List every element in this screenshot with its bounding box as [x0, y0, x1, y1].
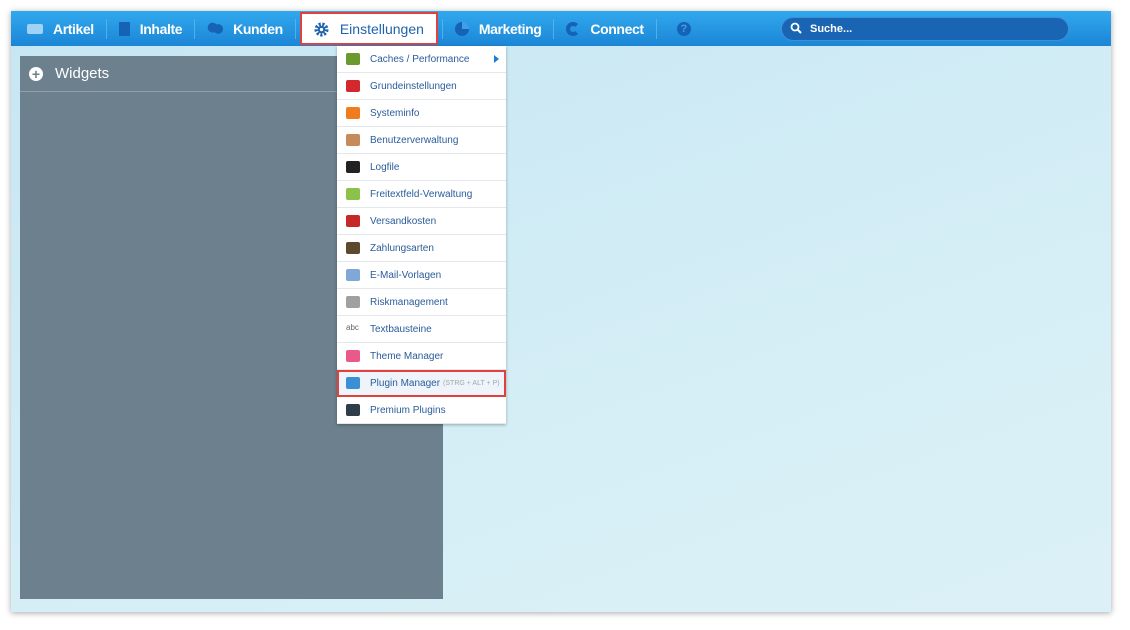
menu-item-label: Caches / Performance — [370, 53, 470, 65]
menu-item-label: Systeminfo — [370, 107, 420, 119]
nav-kunden[interactable]: Kunden — [195, 11, 295, 46]
menu-item-zahlungsarten[interactable]: Zahlungsarten — [337, 235, 506, 262]
plus-icon[interactable]: + — [29, 66, 43, 81]
menu-item-plugin-manager[interactable]: Plugin Manager (STRG + ALT + P) — [337, 370, 506, 397]
menu-item-freitextfeld-verwaltung[interactable]: Freitextfeld-Verwaltung — [337, 181, 506, 208]
menu-item-icon — [346, 404, 360, 416]
menu-item-label: Zahlungsarten — [370, 242, 434, 254]
menu-item-benutzerverwaltung[interactable]: Benutzerverwaltung — [337, 127, 506, 154]
menu-item-icon — [346, 296, 360, 308]
menu-item-theme-manager[interactable]: Theme Manager — [337, 343, 506, 370]
main-navbar: Artikel Inhalte Kunden Einstellungen Mar… — [11, 11, 1111, 46]
menu-item-icon: abc — [346, 323, 360, 335]
menu-item-label: Plugin Manager — [370, 377, 441, 389]
search-placeholder: Suche... — [810, 23, 853, 35]
menu-item-label: Grundeinstellungen — [370, 80, 457, 92]
divider — [655, 18, 657, 39]
pie-chart-icon — [454, 21, 469, 36]
backend-window: Artikel Inhalte Kunden Einstellungen Mar… — [11, 11, 1111, 612]
document-icon — [118, 21, 130, 36]
menu-item-icon — [346, 377, 360, 389]
menu-item-grundeinstellungen[interactable]: Grundeinstellungen — [337, 73, 506, 100]
shortcut-hint: (STRG + ALT + P) — [443, 379, 500, 387]
menu-item-label: Theme Manager — [370, 350, 444, 362]
menu-item-label: Versandkosten — [370, 215, 437, 227]
menu-item-logfile[interactable]: Logfile — [337, 154, 506, 181]
menu-item-label: Textbausteine — [370, 323, 432, 335]
menu-item-textbausteine[interactable]: abc Textbausteine — [337, 316, 506, 343]
menu-item-icon — [346, 53, 360, 65]
nav-artikel[interactable]: Artikel — [15, 11, 106, 46]
menu-item-icon — [346, 350, 360, 362]
connect-icon — [566, 21, 581, 36]
help-icon: ? — [676, 21, 691, 36]
nav-marketing[interactable]: Marketing — [443, 11, 554, 46]
menu-item-icon — [346, 215, 360, 227]
menu-item-label: Logfile — [370, 161, 400, 173]
menu-item-icon — [346, 242, 360, 254]
menu-item-label: Freitextfeld-Verwaltung — [370, 188, 473, 200]
nav-inhalte[interactable]: Inhalte — [107, 11, 194, 46]
menu-item-label: Riskmanagement — [370, 296, 448, 308]
menu-item-riskmanagement[interactable]: Riskmanagement — [337, 289, 506, 316]
menu-item-caches-performance[interactable]: Caches / Performance — [337, 46, 506, 73]
menu-item-icon — [346, 80, 360, 92]
nav-einstellungen[interactable]: Einstellungen — [299, 12, 438, 45]
help-button[interactable]: ? — [665, 11, 703, 46]
menu-item-versandkosten[interactable]: Versandkosten — [337, 208, 506, 235]
menu-item-premium-plugins[interactable]: Premium Plugins — [337, 397, 506, 424]
menu-item-label: E-Mail-Vorlagen — [370, 269, 442, 281]
search-icon — [790, 22, 802, 37]
menu-item-icon — [346, 107, 360, 119]
menu-item-icon — [346, 188, 360, 200]
submenu-arrow-icon — [494, 55, 499, 63]
settings-dropdown-menu: Caches / Performance Grundeinstellungen Sy… — [337, 46, 506, 424]
mail-icon — [27, 23, 43, 34]
menu-item-label: Benutzerverwaltung — [370, 134, 459, 146]
search-input[interactable]: Suche... — [781, 17, 1069, 41]
nav-connect[interactable]: Connect — [554, 11, 655, 46]
gear-icon — [314, 21, 330, 37]
menu-item-systeminfo[interactable]: Systeminfo — [337, 100, 506, 127]
menu-item-icon — [346, 134, 360, 146]
menu-item-e-mail-vorlagen[interactable]: E-Mail-Vorlagen — [337, 262, 506, 289]
menu-item-icon — [346, 269, 360, 281]
users-icon — [207, 21, 224, 36]
menu-item-icon — [346, 161, 360, 173]
menu-item-label: Premium Plugins — [370, 404, 446, 416]
divider — [294, 18, 296, 39]
